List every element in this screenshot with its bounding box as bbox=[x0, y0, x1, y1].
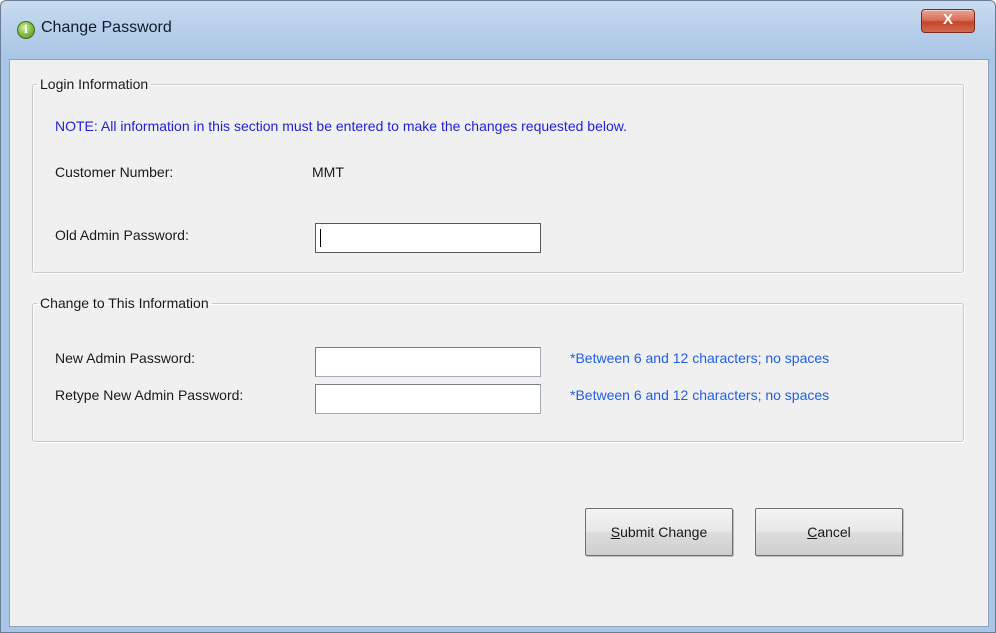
login-information-legend: Login Information bbox=[40, 76, 149, 92]
submit-change-button[interactable]: Submit Change bbox=[585, 508, 733, 556]
submit-label: ubmit Change bbox=[620, 524, 708, 540]
new-password-input[interactable] bbox=[315, 347, 541, 377]
window-title: Change Password bbox=[41, 19, 172, 36]
retype-password-label: Retype New Admin Password: bbox=[55, 387, 244, 403]
submit-mnemonic: S bbox=[610, 524, 621, 540]
dialog-body: Login Information NOTE: All information … bbox=[9, 59, 989, 627]
info-icon: i bbox=[17, 21, 35, 39]
change-password-window: i Change Password X Login Information NO… bbox=[0, 0, 996, 633]
close-button[interactable]: X bbox=[921, 9, 975, 33]
new-password-hint: *Between 6 and 12 characters; no spaces bbox=[570, 350, 830, 366]
customer-number-value: MMT bbox=[312, 164, 344, 180]
login-note: NOTE: All information in this section mu… bbox=[55, 118, 627, 134]
cancel-mnemonic: C bbox=[807, 524, 818, 540]
change-information-legend: Change to This Information bbox=[40, 295, 209, 311]
customer-number-label: Customer Number: bbox=[55, 164, 174, 180]
retype-password-input[interactable] bbox=[315, 384, 541, 414]
text-caret bbox=[320, 229, 321, 247]
new-password-label: New Admin Password: bbox=[55, 350, 196, 366]
old-password-input[interactable] bbox=[315, 223, 541, 253]
cancel-button[interactable]: Cancel bbox=[755, 508, 903, 556]
title-bar[interactable]: i Change Password X bbox=[1, 1, 995, 59]
cancel-label: ancel bbox=[817, 524, 851, 540]
retype-password-hint: *Between 6 and 12 characters; no spaces bbox=[570, 387, 830, 403]
old-password-label: Old Admin Password: bbox=[55, 227, 189, 243]
